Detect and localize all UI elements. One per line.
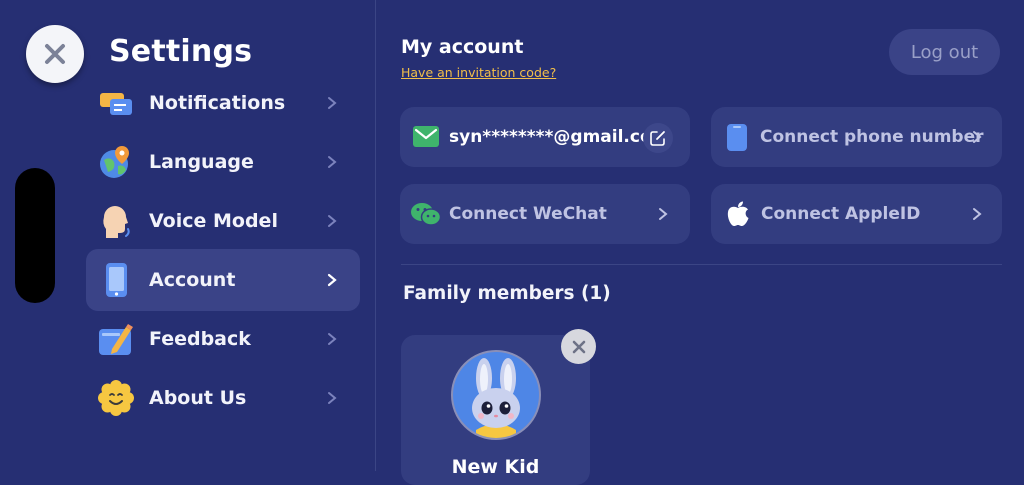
chevron-right-icon [973,208,982,220]
connect-apple-label: Connect AppleID [761,204,921,224]
email-card[interactable]: syn********@gmail.com [400,107,690,167]
voice-head-icon [103,206,130,238]
sidebar-item-voice-model[interactable]: Voice Model [86,190,360,252]
family-members-title: Family members (1) [403,283,611,304]
email-value: syn********@gmail.com [449,127,670,147]
redacted-overlay [15,168,55,303]
phone-icon [106,263,127,297]
connect-wechat-card[interactable]: Connect WeChat [400,184,690,244]
globe-pin-icon [100,146,129,178]
chevron-right-icon [328,215,337,227]
apple-icon [727,201,749,226]
sidebar-item-notifications[interactable]: Notifications [86,72,360,134]
chevron-right-icon [328,156,337,168]
chevron-right-icon [659,208,668,220]
close-icon [572,340,585,353]
chevron-right-icon [328,392,337,404]
close-button[interactable] [26,25,84,83]
chevron-right-icon [973,131,982,143]
feedback-pencil-icon [99,324,133,355]
invitation-code-link[interactable]: Have an invitation code? [401,65,556,80]
sidebar-item-label: Language [149,151,254,173]
sidebar-item-label: About Us [149,387,247,409]
page-title: Settings [109,34,253,69]
connect-phone-card[interactable]: Connect phone number [711,107,1002,167]
wechat-icon [411,203,441,226]
phone-icon [727,124,747,151]
sidebar-item-about-us[interactable]: About Us [86,367,360,429]
connect-wechat-label: Connect WeChat [449,204,607,224]
sidebar-item-account[interactable]: Account [86,249,360,311]
sidebar-item-label: Voice Model [149,210,278,232]
column-divider [375,0,376,471]
close-icon [45,44,65,64]
edit-email-button[interactable] [643,123,673,153]
family-member-name: New Kid [451,456,540,478]
section-title: My account [401,36,524,58]
bunny-avatar-icon [451,350,541,440]
sidebar-item-label: Notifications [149,92,286,114]
connect-phone-label: Connect phone number [760,127,984,147]
remove-member-button[interactable] [561,329,596,364]
sidebar-item-language[interactable]: Language [86,131,360,193]
email-icon [413,126,439,147]
chevron-right-icon [328,97,337,109]
chevron-right-icon [327,273,337,287]
section-divider [401,264,1002,265]
sidebar-item-label: Feedback [149,328,251,350]
sidebar-item-feedback[interactable]: Feedback [86,308,360,370]
logout-button[interactable]: Log out [889,29,1000,75]
sidebar-item-label: Account [149,269,236,291]
edit-icon [650,131,665,146]
smiley-flower-icon [98,380,134,416]
chevron-right-icon [328,333,337,345]
notification-icon [100,93,132,115]
connect-apple-card[interactable]: Connect AppleID [711,184,1002,244]
